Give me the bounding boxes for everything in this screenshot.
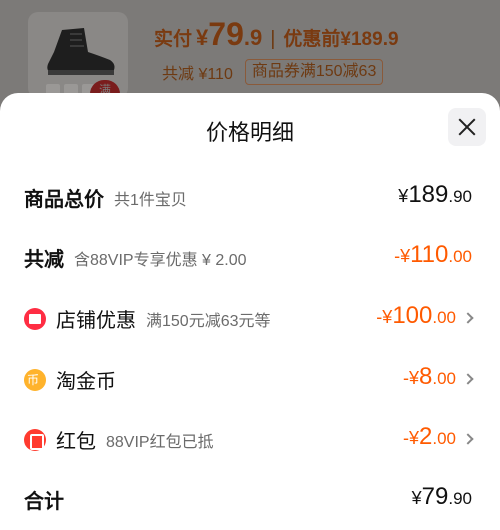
row-goods-total: 商品总价 共1件宝贝 ¥ 189 .90 — [0, 177, 500, 217]
row-note: 共1件宝贝 — [114, 191, 187, 209]
paid-label: 实付 — [154, 29, 193, 50]
chevron-right-icon — [462, 433, 474, 445]
amount-int: 2 — [419, 423, 433, 450]
amount-int: 189 — [408, 181, 449, 208]
amount-yen: ¥ — [411, 488, 422, 508]
amount-int: 8 — [419, 363, 433, 390]
amount-int: 100 — [392, 302, 433, 329]
red-packet-icon — [24, 428, 46, 451]
price-detail-sheet: 价格明细 商品总价 共1件宝贝 ¥ 189 .90 共减 含88VIP专享优惠 … — [0, 93, 500, 530]
paid-yen: ¥ — [196, 25, 209, 50]
row-red-packet[interactable]: 红包 88VIP红包已抵 - ¥ 2 .00 — [0, 419, 500, 459]
row-grand-total: 合计 ¥ 79 .90 — [0, 479, 500, 519]
amount-int: 79 — [421, 483, 449, 510]
amount-dec: .90 — [448, 489, 472, 508]
row-label: 共减 — [24, 249, 64, 271]
paid-price-line: 实付 ¥ 79 .9 | 优惠前¥189.9 — [154, 16, 399, 52]
amount-dec: .00 — [448, 247, 472, 266]
close-icon[interactable] — [448, 108, 486, 146]
chevron-right-icon — [462, 373, 474, 385]
original-price: 优惠前¥189.9 — [283, 29, 399, 50]
paid-dec: .9 — [243, 25, 263, 50]
amount-dec: .00 — [432, 429, 456, 448]
chevron-right-icon — [462, 312, 474, 324]
row-label: 店铺优惠 — [56, 310, 136, 332]
row-note: 含88VIP专享优惠 ¥ 2.00 — [74, 251, 247, 269]
price-separator: | — [270, 28, 276, 50]
amount-dec: .00 — [432, 369, 456, 388]
amount-yen: ¥ — [408, 368, 419, 388]
amount-dec: .00 — [432, 308, 456, 327]
amount-yen: ¥ — [400, 246, 411, 266]
amount-dec: .90 — [448, 187, 472, 206]
boot-image — [47, 28, 115, 75]
total-discount: 共减 ¥110 — [162, 66, 233, 83]
discount-line: 共减 ¥110 商品券满150减63 — [162, 58, 384, 86]
shop-icon — [24, 307, 46, 330]
row-note: 88VIP红包已抵 — [106, 433, 214, 451]
amount-yen: ¥ — [382, 307, 393, 327]
row-label: 商品总价 — [24, 189, 104, 211]
row-label: 红包 — [56, 431, 96, 453]
taojinbi-coin-icon — [24, 368, 46, 391]
row-total-discount: 共减 含88VIP专享优惠 ¥ 2.00 - ¥ 110 .00 — [0, 237, 500, 277]
row-note: 满150元减63元等 — [146, 312, 271, 330]
row-label: 合计 — [24, 491, 64, 513]
sheet-title: 价格明细 — [205, 120, 294, 145]
row-shop-discount[interactable]: 店铺优惠 满150元减63元等 - ¥ 100 .00 — [0, 298, 500, 338]
amount-int: 110 — [410, 241, 449, 268]
amount-yen: ¥ — [398, 186, 409, 206]
amount-yen: ¥ — [408, 428, 419, 448]
row-label: 淘金币 — [56, 371, 116, 393]
row-taojinbi[interactable]: 淘金币 - ¥ 8 .00 — [0, 359, 500, 399]
coupon-badge: 商品券满150减63 — [244, 59, 384, 85]
paid-int: 79 — [208, 16, 244, 52]
